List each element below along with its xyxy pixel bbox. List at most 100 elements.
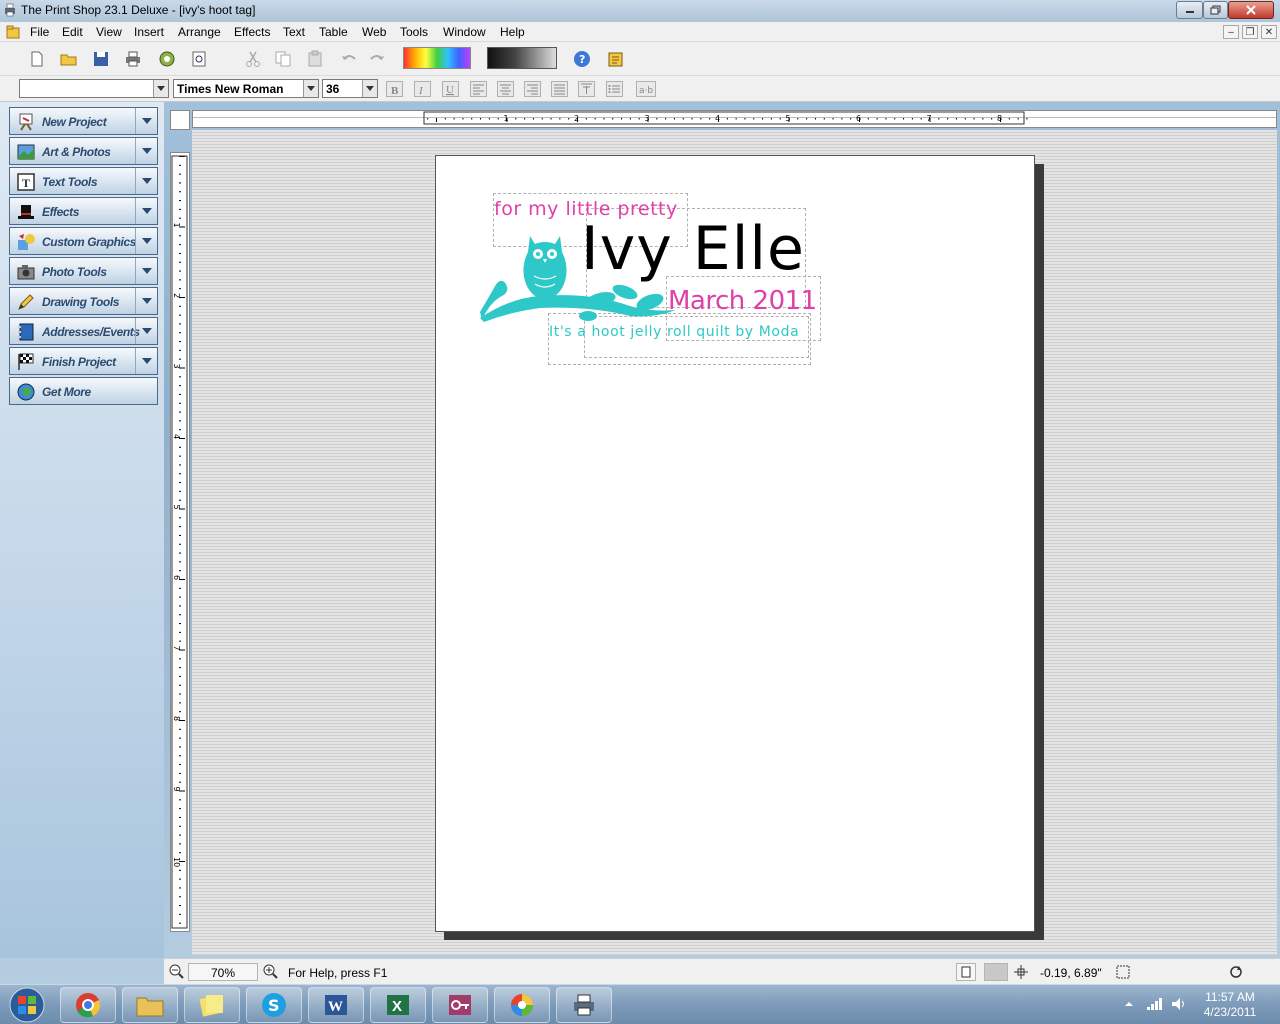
panel-addresses-events[interactable]: Addresses/Events: [9, 317, 158, 345]
page-nav-button[interactable]: [956, 963, 976, 981]
panel-art-photos[interactable]: Art & Photos: [9, 137, 158, 165]
print-icon[interactable]: [124, 50, 142, 68]
chevron-down-icon[interactable]: [135, 108, 157, 134]
cut-icon[interactable]: [244, 50, 262, 68]
undo-icon[interactable]: [340, 50, 358, 68]
top-align-icon[interactable]: [578, 81, 595, 97]
menu-text[interactable]: Text: [283, 25, 305, 39]
font-select[interactable]: Times New Roman: [173, 79, 319, 98]
open-folder-icon[interactable]: [60, 50, 78, 68]
doc-restore-button[interactable]: ❐: [1242, 25, 1258, 39]
notes-icon[interactable]: [607, 50, 625, 68]
network-signal-icon[interactable]: [1146, 997, 1164, 1011]
panel-effects[interactable]: Effects: [9, 197, 158, 225]
doc-minimize-button[interactable]: –: [1223, 25, 1239, 39]
help-hint: For Help, press F1: [288, 966, 388, 980]
align-center-icon[interactable]: [497, 81, 514, 97]
paste-icon[interactable]: [306, 50, 324, 68]
bold-icon[interactable]: B: [386, 81, 403, 97]
zoom-out-icon[interactable]: [168, 963, 184, 979]
chevron-down-icon[interactable]: [153, 80, 168, 97]
justify-icon[interactable]: [551, 81, 568, 97]
ruler-tick: [867, 118, 869, 120]
tray-chevron-up-icon[interactable]: [1124, 999, 1134, 1009]
new-document-icon[interactable]: [28, 50, 46, 68]
panel-text-tools[interactable]: T Text Tools: [9, 167, 158, 195]
chevron-down-icon[interactable]: [135, 258, 157, 284]
ruler-tick: [850, 118, 852, 120]
menu-arrange[interactable]: Arrange: [178, 25, 221, 39]
design-page[interactable]: for my little pretty Ivy Elle March 2011…: [435, 155, 1035, 932]
menu-edit[interactable]: Edit: [62, 25, 83, 39]
taskbar-chrome[interactable]: [60, 987, 116, 1023]
close-button[interactable]: [1228, 1, 1274, 19]
color-palette[interactable]: [403, 47, 471, 69]
text-jelly-roll-caption[interactable]: It's a hoot jelly roll quilt by Moda: [549, 324, 799, 340]
menu-web[interactable]: Web: [362, 25, 386, 39]
panel-get-more[interactable]: Get More: [9, 377, 158, 405]
taskbar-excel[interactable]: X: [370, 987, 426, 1023]
restore-button[interactable]: [1203, 1, 1228, 19]
text-ivy-elle[interactable]: Ivy Elle: [581, 214, 805, 284]
taskbar-explorer[interactable]: [122, 987, 178, 1023]
menu-effects[interactable]: Effects: [234, 25, 270, 39]
chevron-down-icon[interactable]: [362, 80, 377, 97]
zoom-page-icon[interactable]: [190, 50, 208, 68]
align-right-icon[interactable]: [524, 81, 541, 97]
menu-view[interactable]: View: [96, 25, 122, 39]
ruler-label: 6: [172, 575, 181, 580]
taskbar-word[interactable]: W: [308, 987, 364, 1023]
volume-icon[interactable]: [1170, 996, 1188, 1012]
redo-icon[interactable]: [368, 50, 386, 68]
menu-help[interactable]: Help: [500, 25, 525, 39]
menu-insert[interactable]: Insert: [134, 25, 164, 39]
char-spacing-icon[interactable]: a·b: [636, 81, 656, 97]
text-march-2011[interactable]: March 2011: [668, 286, 817, 316]
zoom-in-icon[interactable]: [262, 963, 278, 979]
ruler-tick: [753, 118, 755, 120]
help-icon[interactable]: ?: [573, 50, 591, 68]
start-button[interactable]: [6, 986, 48, 1024]
menu-table[interactable]: Table: [319, 25, 348, 39]
chevron-down-icon[interactable]: [135, 228, 157, 254]
copy-icon[interactable]: [274, 50, 292, 68]
size-select[interactable]: 36: [322, 79, 378, 98]
panel-photo-tools[interactable]: Photo Tools: [9, 257, 158, 285]
refresh-icon[interactable]: [1228, 964, 1244, 980]
taskbar-skype[interactable]: S: [246, 987, 302, 1023]
panel-finish-project[interactable]: Finish Project: [9, 347, 158, 375]
system-clock[interactable]: 11:57 AM 4/23/2011: [1190, 990, 1270, 1020]
taskbar-notes[interactable]: [184, 987, 240, 1023]
chevron-down-icon[interactable]: [135, 138, 157, 164]
ruler-tick: [179, 490, 181, 492]
zoom-field[interactable]: 70%: [188, 963, 258, 981]
svg-text:a·b: a·b: [639, 86, 653, 96]
taskbar-picasa[interactable]: [494, 987, 550, 1023]
panel-custom-graphics[interactable]: Custom Graphics: [9, 227, 158, 255]
vertical-ruler[interactable]: 1 2 3 4 5 6 7 8 9 10: [170, 152, 190, 932]
style-select[interactable]: [19, 79, 169, 98]
chevron-down-icon[interactable]: [135, 168, 157, 194]
align-left-icon[interactable]: [470, 81, 487, 97]
bullet-list-icon[interactable]: [606, 81, 623, 97]
doc-close-button[interactable]: ✕: [1261, 25, 1277, 39]
horizontal-ruler[interactable]: 1 2 3 4 5 6 7 8: [192, 110, 1277, 128]
panel-new-project[interactable]: New Project: [9, 107, 158, 135]
chevron-down-icon[interactable]: [135, 198, 157, 224]
panel-drawing-tools[interactable]: Drawing Tools: [9, 287, 158, 315]
menu-tools[interactable]: Tools: [400, 25, 428, 39]
underline-icon[interactable]: U: [442, 81, 459, 97]
chevron-down-icon[interactable]: [135, 288, 157, 314]
menu-file[interactable]: File: [30, 25, 49, 39]
chevron-down-icon[interactable]: [135, 318, 157, 344]
taskbar-print-shop[interactable]: [556, 987, 612, 1023]
taskbar-powerpoint[interactable]: [432, 987, 488, 1023]
italic-icon[interactable]: I: [414, 81, 431, 97]
minimize-button[interactable]: [1176, 1, 1203, 19]
print-preview-icon[interactable]: [158, 50, 176, 68]
chevron-down-icon[interactable]: [135, 348, 157, 374]
save-icon[interactable]: [92, 50, 110, 68]
menu-window[interactable]: Window: [443, 25, 486, 39]
chevron-down-icon[interactable]: [303, 80, 318, 97]
gradient-palette[interactable]: [487, 47, 557, 69]
